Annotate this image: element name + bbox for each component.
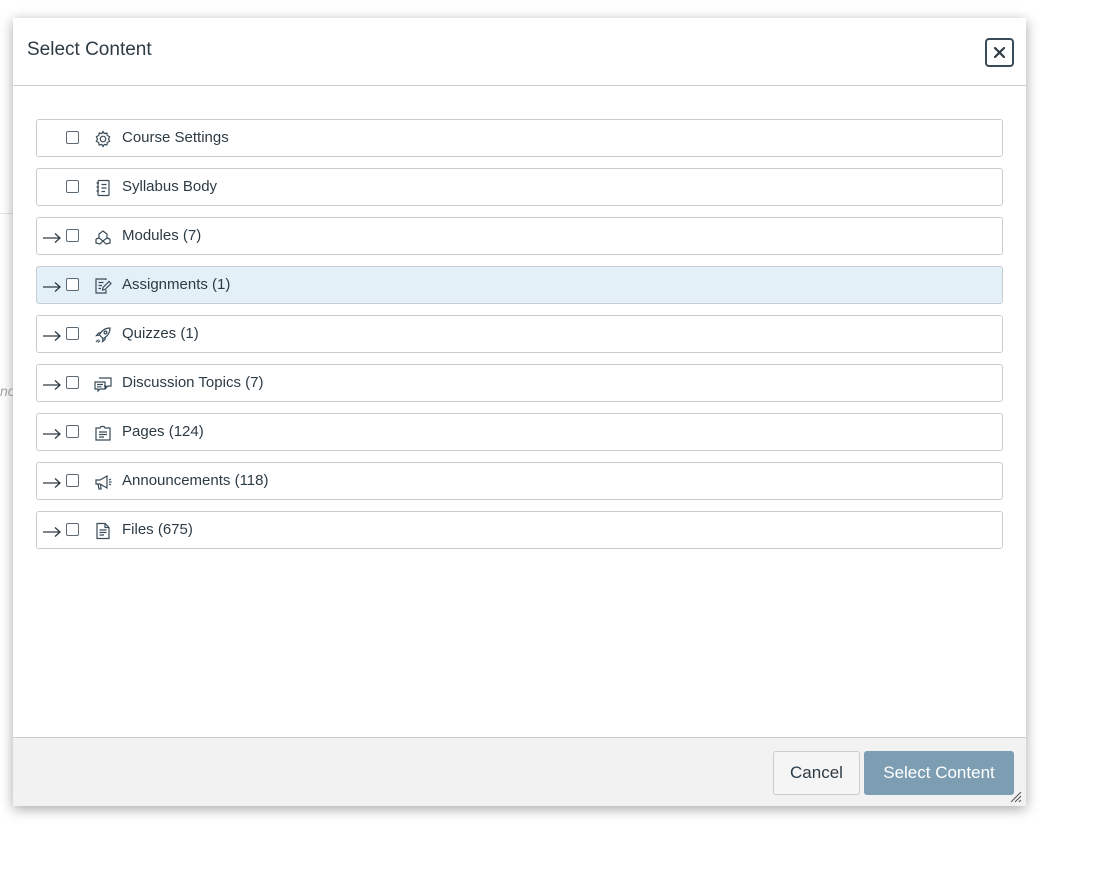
content-row-files[interactable]: Files (675) [36, 511, 1003, 549]
content-row-quizzes[interactable]: Quizzes (1) [36, 315, 1003, 353]
course-settings-checkbox[interactable] [66, 131, 79, 144]
modules-icon [93, 227, 113, 247]
expand-arrow-icon[interactable] [42, 472, 62, 492]
files-checkbox[interactable] [66, 523, 79, 536]
announcement-icon [93, 472, 113, 492]
assignment-icon [93, 276, 113, 296]
expand-arrow-icon[interactable] [42, 227, 62, 247]
select-content-button[interactable]: Select Content [864, 751, 1014, 795]
content-row-label: Syllabus Body [122, 178, 218, 195]
announcements-checkbox[interactable] [66, 474, 79, 487]
content-row-label: Assignments (1) [122, 276, 231, 293]
dialog-title: Select Content [27, 39, 152, 60]
dialog-footer: Cancel Select Content [13, 737, 1026, 806]
file-icon [93, 521, 113, 541]
discussion-topics-checkbox[interactable] [66, 376, 79, 389]
quizzes-checkbox[interactable] [66, 327, 79, 340]
dialog-header: Select Content [13, 18, 1026, 86]
expand-arrow-icon[interactable] [42, 423, 62, 443]
content-row-course-settings[interactable]: Course Settings [36, 119, 1003, 157]
resize-handle-icon[interactable] [1008, 789, 1022, 803]
pages-checkbox[interactable] [66, 425, 79, 438]
close-icon [993, 46, 1006, 59]
pages-icon [93, 423, 113, 443]
modules-checkbox[interactable] [66, 229, 79, 242]
select-content-dialog: Select Content Course Settings Syllabus … [13, 18, 1026, 806]
content-row-modules[interactable]: Modules (7) [36, 217, 1003, 255]
content-row-pages[interactable]: Pages (124) [36, 413, 1003, 451]
content-row-label: Modules (7) [122, 227, 202, 244]
expand-arrow-icon[interactable] [42, 521, 62, 541]
discussion-icon [93, 374, 113, 394]
content-list: Course Settings Syllabus Body Modules (7… [36, 119, 1003, 560]
content-row-discussion-topics[interactable]: Discussion Topics (7) [36, 364, 1003, 402]
content-row-label: Course Settings [122, 129, 229, 146]
content-row-label: Pages (124) [122, 423, 204, 440]
cancel-button[interactable]: Cancel [773, 751, 860, 795]
expand-arrow-icon[interactable] [42, 276, 62, 296]
syllabus-body-checkbox[interactable] [66, 180, 79, 193]
content-row-label: Discussion Topics (7) [122, 374, 264, 391]
content-row-assignments[interactable]: Assignments (1) [36, 266, 1003, 304]
content-row-syllabus-body[interactable]: Syllabus Body [36, 168, 1003, 206]
expand-arrow-icon[interactable] [42, 374, 62, 394]
background-divider [0, 213, 13, 214]
gear-icon [93, 129, 113, 149]
content-row-label: Quizzes (1) [122, 325, 199, 342]
expand-arrow-icon[interactable] [42, 325, 62, 345]
content-row-label: Files (675) [122, 521, 193, 538]
background-text: no [0, 383, 13, 399]
assignments-checkbox[interactable] [66, 278, 79, 291]
syllabus-icon [93, 178, 113, 198]
content-row-label: Announcements (118) [122, 472, 269, 489]
content-row-announcements[interactable]: Announcements (118) [36, 462, 1003, 500]
close-button[interactable] [985, 38, 1014, 67]
quiz-rocket-icon [93, 325, 113, 345]
